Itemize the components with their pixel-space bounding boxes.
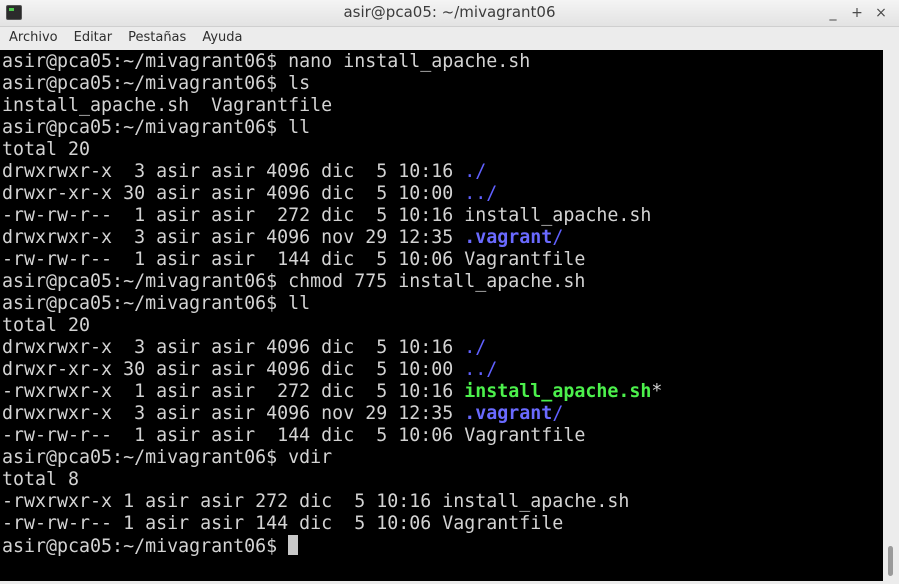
menu-bar: Archivo Editar Pestañas Ayuda xyxy=(0,27,899,49)
text-cursor xyxy=(288,535,299,555)
terminal-line: install_apache.sh Vagrantfile xyxy=(2,95,662,117)
terminal-text: / xyxy=(552,403,564,424)
terminal-line: drwxrwxr-x 3 asir asir 4096 dic 5 10:16 … xyxy=(2,161,662,183)
terminal-text: total 20 xyxy=(2,315,91,336)
terminal-text: -rw-rw-r-- 1 asir asir 144 dic 5 10:06 V… xyxy=(2,249,586,270)
terminal-text: .vagrant xyxy=(464,227,553,248)
terminal-lines: asir@pca05:~/mivagrant06$ nano install_a… xyxy=(2,51,662,557)
window-title: asir@pca05: ~/mivagrant06 xyxy=(343,3,556,21)
window-controls: _ + × xyxy=(821,3,893,23)
scrollbar-thumb[interactable] xyxy=(888,546,893,576)
terminal-text: asir@pca05:~/mivagrant06$ ll xyxy=(2,293,311,314)
terminal-line: asir@pca05:~/mivagrant06$ chmod 775 inst… xyxy=(2,271,662,293)
terminal-text: asir@pca05:~/mivagrant06$ vdir xyxy=(2,447,333,468)
terminal-line: drwxr-xr-x 30 asir asir 4096 dic 5 10:00… xyxy=(2,359,662,381)
terminal-text: -rwxrwxr-x 1 asir asir 272 dic 5 10:16 xyxy=(2,381,465,402)
terminal-line: -rw-rw-r-- 1 asir asir 144 dic 5 10:06 V… xyxy=(2,425,662,447)
terminal-text: -rw-rw-r-- 1 asir asir 272 dic 5 10:16 i… xyxy=(2,205,652,226)
terminal-text: / xyxy=(552,227,564,248)
menu-editar[interactable]: Editar xyxy=(66,27,121,49)
terminal-text: * xyxy=(651,381,663,402)
terminal-text: asir@pca05:~/mivagrant06$ chmod 775 inst… xyxy=(2,271,586,292)
terminal-text: total 8 xyxy=(2,469,80,490)
terminal-text: -rw-rw-r-- 1 asir asir 144 dic 5 10:06 V… xyxy=(2,513,564,534)
terminal-text: drwxrwxr-x 3 asir asir 4096 nov 29 12:35 xyxy=(2,403,465,424)
terminal-line: asir@pca05:~/mivagrant06$ ll xyxy=(2,293,662,315)
terminal-line: total 20 xyxy=(2,139,662,161)
terminal-text: drwxr-xr-x 30 asir asir 4096 dic 5 10:00 xyxy=(2,183,465,204)
terminal-line: total 20 xyxy=(2,315,662,337)
terminal-text: ./ xyxy=(464,161,487,182)
terminal-text: drwxrwxr-x 3 asir asir 4096 dic 5 10:16 xyxy=(2,161,465,182)
title-bar[interactable]: asir@pca05: ~/mivagrant06 _ + × xyxy=(0,0,899,27)
menu-archivo[interactable]: Archivo xyxy=(0,27,66,49)
terminal-text: drwxrwxr-x 3 asir asir 4096 dic 5 10:16 xyxy=(2,337,465,358)
terminal-text: -rw-rw-r-- 1 asir asir 144 dic 5 10:06 V… xyxy=(2,425,586,446)
terminal-text: drwxr-xr-x 30 asir asir 4096 dic 5 10:00 xyxy=(2,359,465,380)
maximize-icon[interactable]: + xyxy=(845,3,869,23)
terminal-text: asir@pca05:~/mivagrant06$ ls xyxy=(2,73,311,94)
terminal-text: asir@pca05:~/mivagrant06$ xyxy=(2,536,289,557)
terminal-line: asir@pca05:~/mivagrant06$ ll xyxy=(2,117,662,139)
terminal-text: install_apache.sh Vagrantfile xyxy=(2,95,333,116)
minimize-icon[interactable]: _ xyxy=(821,3,845,23)
terminal-line: drwxrwxr-x 3 asir asir 4096 nov 29 12:35… xyxy=(2,227,662,249)
terminal-text: drwxrwxr-x 3 asir asir 4096 nov 29 12:35 xyxy=(2,227,465,248)
terminal-line: asir@pca05:~/mivagrant06$ nano install_a… xyxy=(2,51,662,73)
terminal-text: ./ xyxy=(464,337,487,358)
terminal-line: drwxr-xr-x 30 asir asir 4096 dic 5 10:00… xyxy=(2,183,662,205)
terminal-text: asir@pca05:~/mivagrant06$ nano install_a… xyxy=(2,51,531,72)
terminal-text: asir@pca05:~/mivagrant06$ ll xyxy=(2,117,311,138)
terminal-line: asir@pca05:~/mivagrant06$ ls xyxy=(2,73,662,95)
close-icon[interactable]: × xyxy=(869,3,893,23)
terminal-text: total 20 xyxy=(2,139,91,160)
terminal-output[interactable]: asir@pca05:~/mivagrant06$ nano install_a… xyxy=(0,50,883,581)
terminal-line: -rwxrwxr-x 1 asir asir 272 dic 5 10:16 i… xyxy=(2,491,662,513)
terminal-line: total 8 xyxy=(2,469,662,491)
menu-ayuda[interactable]: Ayuda xyxy=(194,27,250,49)
terminal-text: .vagrant xyxy=(464,403,553,424)
vertical-scrollbar[interactable] xyxy=(883,50,899,581)
terminal-text: ../ xyxy=(464,183,498,204)
terminal-line: drwxrwxr-x 3 asir asir 4096 nov 29 12:35… xyxy=(2,403,662,425)
terminal-window: asir@pca05: ~/mivagrant06 _ + × Archivo … xyxy=(0,0,899,584)
terminal-line: -rw-rw-r-- 1 asir asir 144 dic 5 10:06 V… xyxy=(2,249,662,271)
terminal-text: ../ xyxy=(464,359,498,380)
terminal-line: asir@pca05:~/mivagrant06$ xyxy=(2,535,662,557)
terminal-line: -rw-rw-r-- 1 asir asir 144 dic 5 10:06 V… xyxy=(2,513,662,535)
terminal-line: -rw-rw-r-- 1 asir asir 272 dic 5 10:16 i… xyxy=(2,205,662,227)
terminal-text: install_apache.sh xyxy=(464,381,652,402)
terminal-line: -rwxrwxr-x 1 asir asir 272 dic 5 10:16 i… xyxy=(2,381,662,403)
terminal-line: drwxrwxr-x 3 asir asir 4096 dic 5 10:16 … xyxy=(2,337,662,359)
terminal-line: asir@pca05:~/mivagrant06$ vdir xyxy=(2,447,662,469)
menu-pestanas[interactable]: Pestañas xyxy=(120,27,194,49)
terminal-text: -rwxrwxr-x 1 asir asir 272 dic 5 10:16 i… xyxy=(2,491,630,512)
